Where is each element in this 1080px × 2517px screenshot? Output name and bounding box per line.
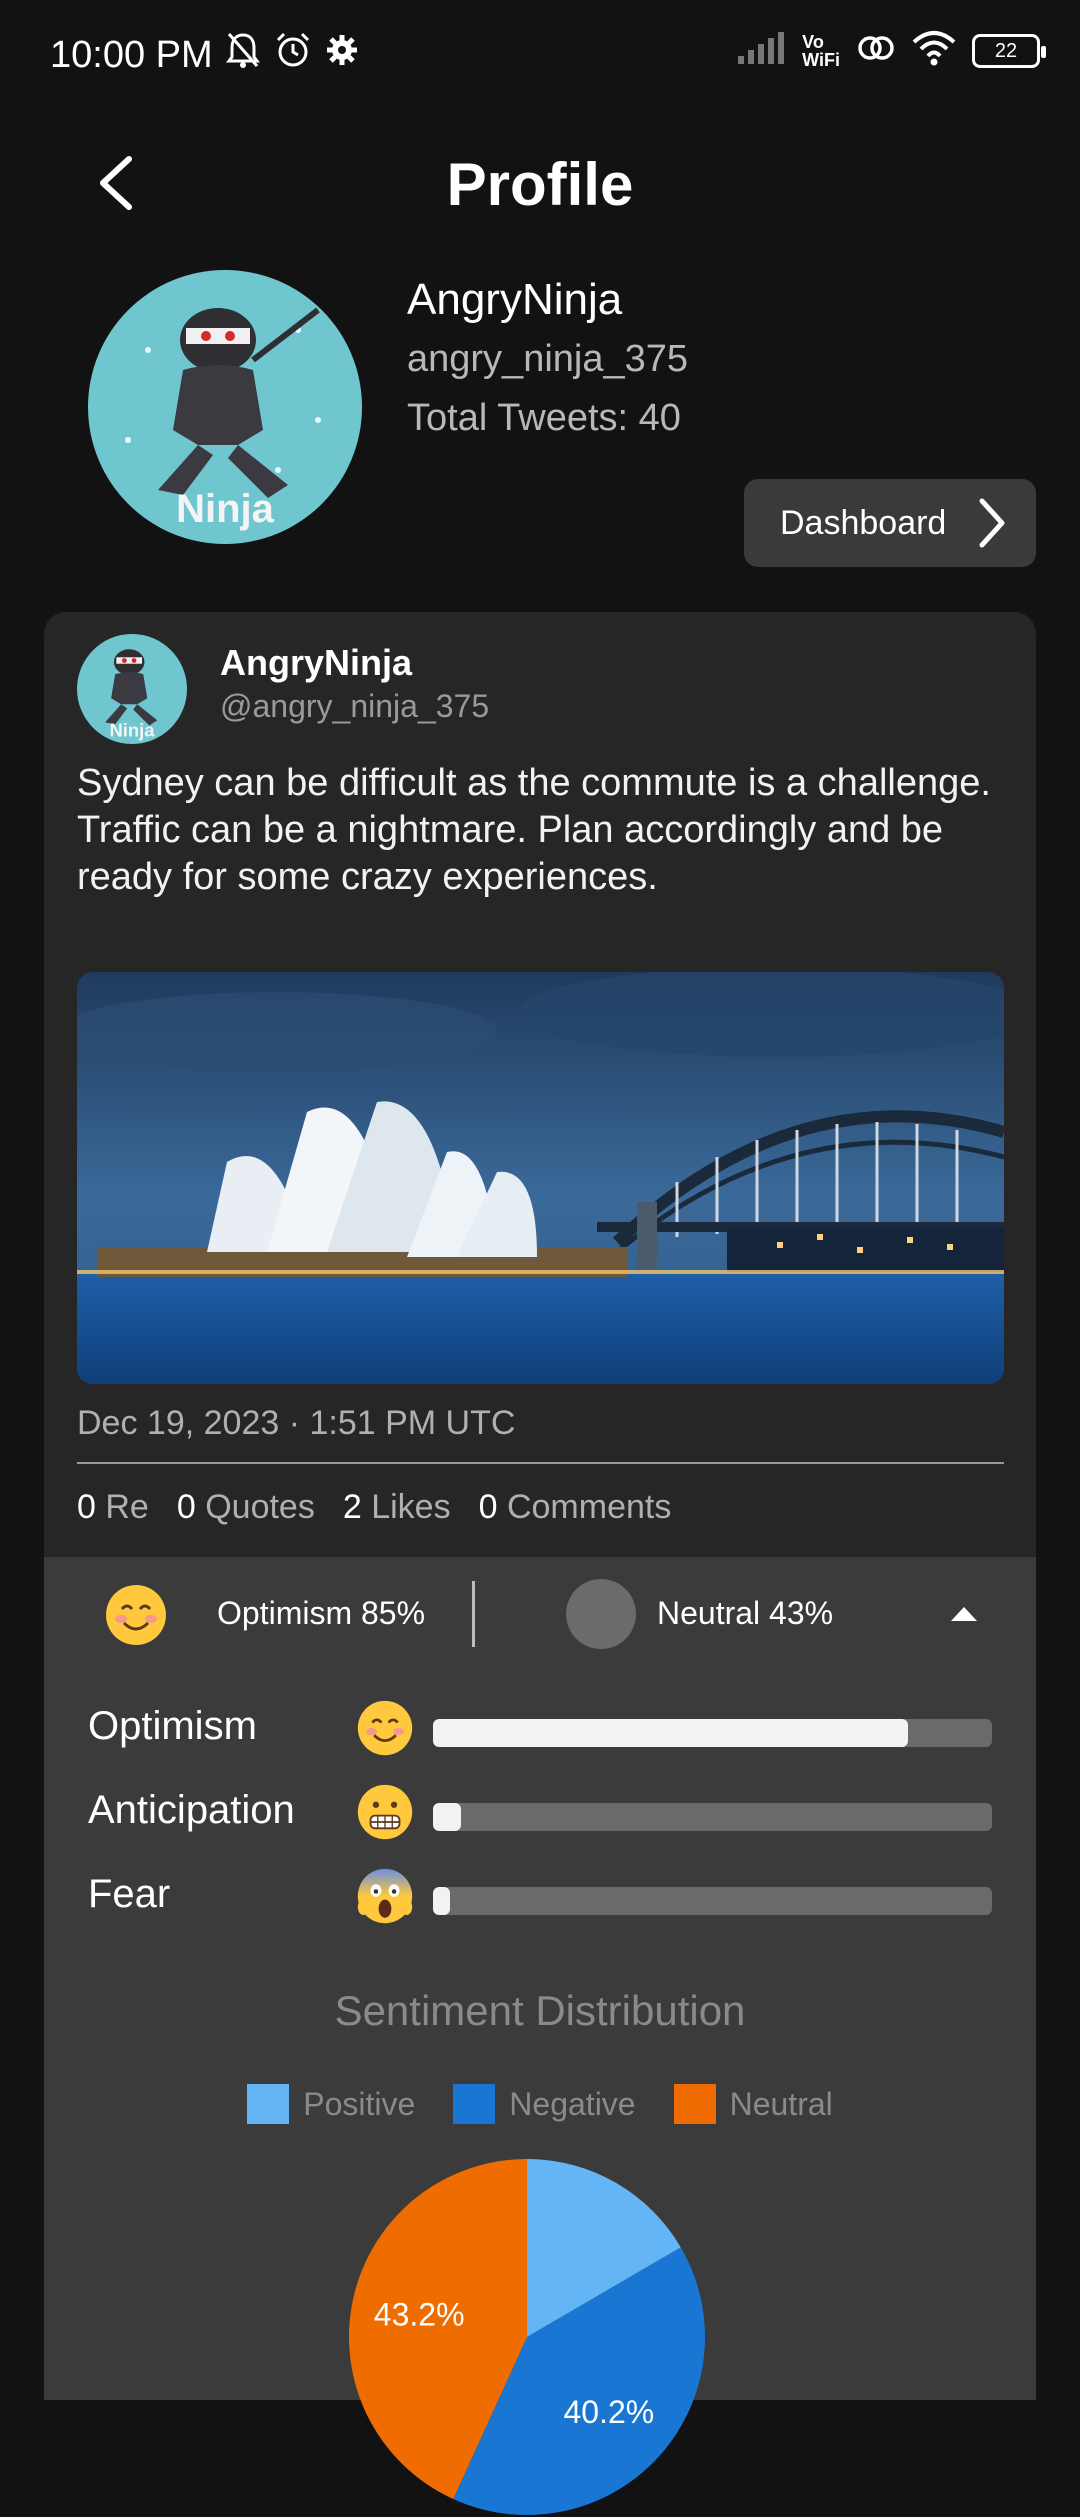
sentiment-summary[interactable]: Optimism 85% Neutral 43%: [44, 1557, 1036, 1672]
collapse-button[interactable]: [944, 1599, 984, 1629]
tweet-avatar-label: Ninja: [109, 719, 155, 740]
legend-label: Positive: [303, 2085, 416, 2122]
emotion-row-anticipation: Anticipation: [44, 1778, 1036, 1848]
emotion-bar-fill: [433, 1803, 461, 1831]
emotion-bar: [433, 1803, 992, 1831]
sentiment-pie-chart: 40.2% 43.2%: [348, 2159, 705, 2515]
neutral-indicator-icon: [566, 1579, 636, 1649]
sentiment-panel: Optimism 85% Neutral 43% Optimism Antici…: [44, 1557, 1036, 2515]
tweet-author-name: AngryNinja: [220, 642, 413, 683]
smiling-face-emoji-icon: [106, 1585, 166, 1645]
comments-stat[interactable]: 0 Comments: [479, 1488, 672, 1527]
stat-count: 2: [342, 1488, 362, 1526]
profile-handle: angry_ninja_375: [407, 338, 689, 380]
dashboard-button[interactable]: Dashboard: [744, 479, 1036, 567]
emotion-label: Anticipation: [88, 1788, 295, 1832]
tweet-text: Sydney can be difficult as the commute i…: [77, 762, 991, 898]
legend-label: Negative: [509, 2085, 636, 2122]
wifi-icon: [912, 30, 956, 71]
chart-title: Sentiment Distribution: [334, 1987, 746, 2034]
dashboard-label: Dashboard: [780, 503, 947, 542]
emotion-bar: [433, 1887, 992, 1915]
tweet-stats: 0 Re 0 Quotes 2 Likes 0 Comments: [77, 1488, 671, 1527]
stat-label: Quotes: [205, 1488, 315, 1526]
stat-count: 0: [176, 1488, 196, 1526]
emotion-bar: [433, 1719, 992, 1747]
legend-swatch: [453, 2084, 496, 2124]
stat-label: Re: [105, 1488, 149, 1526]
vowifi-bottom: WiFi: [802, 49, 840, 70]
legend-item-positive[interactable]: Positive: [247, 2084, 415, 2124]
status-time: 10:00 PM: [50, 33, 213, 76]
stat-count: 0: [478, 1488, 498, 1526]
header: Profile: [0, 140, 1080, 230]
profile-name: AngryNinja: [407, 275, 623, 324]
quotes-stat[interactable]: 0 Quotes: [177, 1488, 315, 1527]
emotion-label: Optimism: [88, 1704, 257, 1748]
stat-count: 0: [77, 1488, 96, 1526]
likes-stat[interactable]: 2 Likes: [343, 1488, 451, 1527]
settings-gear-icon: [325, 33, 359, 77]
legend-item-negative[interactable]: Negative: [453, 2084, 636, 2124]
stat-label: Likes: [371, 1488, 451, 1526]
tweet-timestamp: Dec 19, 2023 · 1:51 PM UTC: [77, 1404, 516, 1442]
tweet-card[interactable]: Ninja AngryNinja @angry_ninja_375 Sydney…: [44, 612, 1036, 1557]
pie-label-negative: 40.2%: [563, 2394, 654, 2430]
summary-divider: [472, 1581, 475, 1647]
stat-label: Comments: [506, 1488, 672, 1526]
screaming-face-emoji-icon: [357, 1868, 413, 1924]
smiling-face-emoji-icon: [357, 1700, 413, 1756]
alarm-icon: [273, 30, 313, 80]
emotion-row-optimism: Optimism: [44, 1694, 1036, 1764]
profile-total-tweets: Total Tweets: 40: [407, 397, 681, 439]
bell-muted-icon: [225, 30, 261, 80]
emotion-label: Fear: [88, 1872, 171, 1916]
legend-swatch: [673, 2084, 716, 2124]
caret-up-icon: [951, 1607, 977, 1621]
battery-icon: 22: [972, 33, 1046, 68]
chart-legend: Positive Negative Neutral: [44, 2084, 1036, 2124]
status-bar: 10:00 PM Vo WiFi 22: [0, 0, 1080, 110]
signal-icon: [736, 30, 786, 71]
profile-avatar[interactable]: Ninja: [88, 270, 362, 544]
chevron-right-icon: [979, 498, 1005, 548]
grimacing-face-emoji-icon: [357, 1784, 413, 1840]
vowifi-top: Vo: [802, 31, 824, 52]
pie-label-neutral: 43.2%: [374, 2297, 465, 2333]
page-title: Profile: [446, 151, 634, 218]
tweet-author-handle: @angry_ninja_375: [220, 688, 490, 724]
legend-swatch: [247, 2084, 290, 2124]
legend-label: Neutral: [729, 2085, 833, 2122]
status-left: 10:00 PM: [50, 30, 359, 80]
emotion-bar-fill: [433, 1887, 450, 1915]
emotion-row-fear: Fear: [44, 1862, 1036, 1932]
summary-top-emotion: Optimism 85%: [217, 1595, 426, 1631]
vowifi-icon: Vo WiFi: [802, 33, 840, 69]
tweet-divider: [77, 1462, 1004, 1464]
emotion-bar-fill: [433, 1719, 909, 1747]
legend-item-neutral[interactable]: Neutral: [673, 2084, 833, 2124]
status-right: Vo WiFi 22: [736, 30, 1046, 71]
hotspot-link-icon: [856, 30, 896, 71]
retweets-stat[interactable]: 0 Re: [77, 1488, 149, 1527]
avatar-label: Ninja: [176, 487, 275, 531]
summary-sentiment: Neutral 43%: [657, 1595, 834, 1631]
tweet-avatar[interactable]: Ninja: [77, 634, 187, 744]
tweet-image[interactable]: [77, 972, 1004, 1384]
